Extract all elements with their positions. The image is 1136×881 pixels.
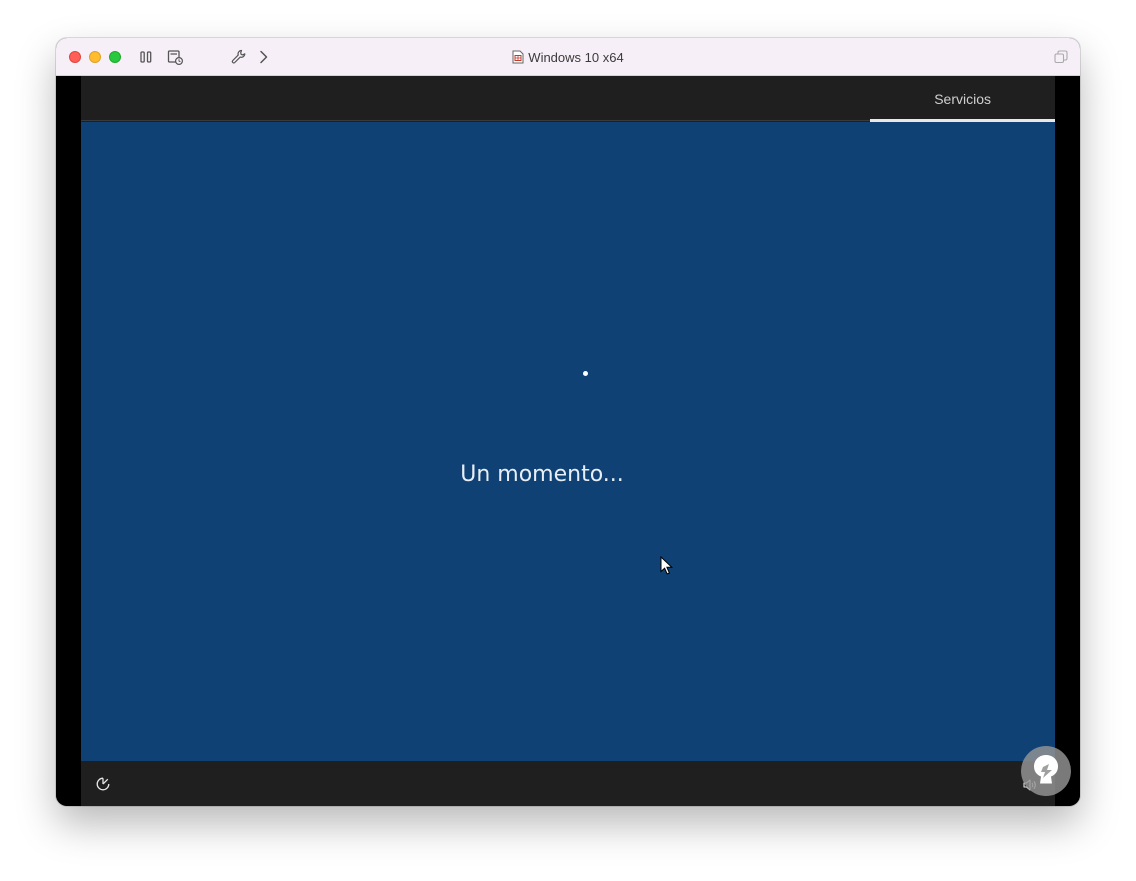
snapshot-icon[interactable] (166, 48, 184, 66)
window-title-text: Windows 10 x64 (528, 49, 624, 65)
vm-display[interactable]: Servicios Un momento... (56, 76, 1080, 806)
status-message: Un momento... (460, 462, 624, 487)
oobe-bottom-bar (81, 761, 1055, 806)
minimize-button[interactable] (89, 51, 101, 63)
title-bar: Windows 10 x64 (56, 38, 1080, 76)
pause-icon[interactable] (137, 48, 155, 66)
settings-wrench-icon[interactable] (230, 48, 248, 66)
close-button[interactable] (69, 51, 81, 63)
guest-screen[interactable]: Servicios Un momento... (81, 76, 1055, 806)
tab-servicios: Servicios (934, 91, 991, 107)
ease-of-access-icon[interactable] (94, 775, 112, 793)
oobe-top-bar: Servicios (81, 76, 1055, 121)
window-title: Windows 10 x64 (56, 38, 1080, 76)
oobe-content-area: Un momento... (81, 122, 1055, 761)
loading-spinner-icon (583, 371, 588, 376)
vm-document-icon (512, 50, 524, 64)
vm-window: Windows 10 x64 Servicios Un momento... (56, 38, 1080, 806)
mouse-cursor-icon (660, 556, 674, 575)
watermark-logo-icon (1021, 746, 1071, 796)
forward-chevron-icon[interactable] (255, 48, 273, 66)
restore-window-icon[interactable] (1053, 49, 1069, 65)
zoom-button[interactable] (109, 51, 121, 63)
